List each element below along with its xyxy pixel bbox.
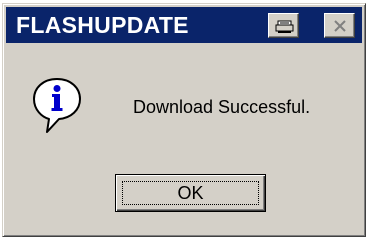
title-bar[interactable]: FLASHUPDATE xyxy=(6,7,362,43)
flashupdate-dialog: FLASHUPDATE Download Successful. OK xyxy=(2,3,366,237)
message-text: Download Successful. xyxy=(133,97,311,117)
ok-button[interactable]: OK xyxy=(115,174,266,212)
print-icon xyxy=(275,20,294,33)
dialog-title: FLASHUPDATE xyxy=(16,12,189,38)
close-button[interactable] xyxy=(324,13,355,38)
info-icon xyxy=(33,78,81,133)
print-button[interactable] xyxy=(268,13,299,38)
close-icon xyxy=(334,20,346,32)
ok-button-label: OK xyxy=(177,183,204,203)
